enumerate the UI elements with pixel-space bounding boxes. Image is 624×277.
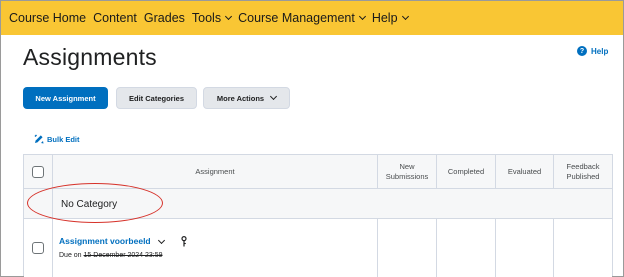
more-actions-label: More Actions	[216, 93, 265, 103]
more-actions-button[interactable]: More Actions	[203, 87, 290, 109]
new-assignment-button[interactable]: New Assignment	[23, 87, 108, 109]
table-row: Assignment voorbeeld Due on 15 December …	[24, 219, 612, 277]
nav-help[interactable]: Help	[371, 11, 409, 25]
assignment-link[interactable]: Assignment voorbeeld	[59, 236, 151, 247]
due-date-text: Due on 15 December 2024 23:59	[59, 252, 188, 261]
nav-course-management[interactable]: Course Management	[238, 11, 366, 25]
due-prefix: Due on	[59, 251, 82, 259]
chevron-down-icon	[158, 236, 166, 244]
nav-content[interactable]: Content	[93, 11, 137, 25]
nav-course-home[interactable]: Course Home	[9, 11, 86, 25]
main-content: Assignments ? Help New Assignment Edit C…	[1, 35, 623, 277]
pencil-icon	[34, 134, 44, 144]
annotation-circle	[27, 183, 163, 223]
column-header-evaluated[interactable]: Evaluated	[496, 155, 554, 188]
nav-label: Tools	[191, 11, 222, 25]
bulk-edit-button[interactable]: Bulk Edit	[34, 134, 80, 144]
help-link[interactable]: ? Help	[577, 46, 608, 56]
chevron-down-icon	[270, 92, 278, 101]
question-icon: ?	[577, 46, 587, 56]
chevron-down-icon	[225, 12, 233, 21]
nav-label: Content	[93, 11, 137, 25]
help-label: Help	[591, 46, 609, 56]
chevron-down-icon	[358, 12, 366, 21]
evaluated-cell	[496, 219, 554, 277]
select-all-checkbox[interactable]	[32, 165, 44, 178]
nav-label: Help	[371, 11, 398, 25]
top-navbar: Course Home Content Grades Tools Course …	[1, 1, 623, 35]
assignment-cell: Assignment voorbeeld Due on 15 December …	[53, 219, 378, 277]
nav-label: Grades	[143, 11, 185, 25]
nav-label: Course Home	[9, 11, 87, 25]
completed-cell	[437, 219, 496, 277]
column-header-feedback-published[interactable]: Feedback Published	[554, 155, 612, 188]
new-submissions-cell	[378, 219, 437, 277]
assignment-info: Assignment voorbeeld Due on 15 December …	[59, 236, 188, 261]
assignment-title-line: Assignment voorbeeld	[59, 236, 188, 248]
chevron-down-icon	[401, 12, 409, 21]
nav-label: Course Management	[238, 11, 355, 25]
page-title: Assignments	[23, 44, 157, 70]
feedback-published-cell	[554, 219, 612, 277]
column-header-new-submissions[interactable]: New Submissions	[378, 155, 437, 188]
header-select-cell	[24, 155, 53, 188]
column-header-completed[interactable]: Completed	[437, 155, 496, 188]
row-checkbox[interactable]	[32, 242, 44, 254]
key-icon	[181, 236, 187, 247]
bulk-edit-label: Bulk Edit	[47, 134, 80, 144]
row-select-cell	[24, 219, 53, 277]
assignment-actions-button[interactable]	[156, 236, 168, 248]
nav-tools[interactable]: Tools	[191, 11, 233, 25]
edit-categories-button[interactable]: Edit Categories	[116, 87, 197, 109]
nav-grades[interactable]: Grades	[144, 11, 185, 25]
due-date: 15 December 2024 23:59	[83, 251, 163, 259]
